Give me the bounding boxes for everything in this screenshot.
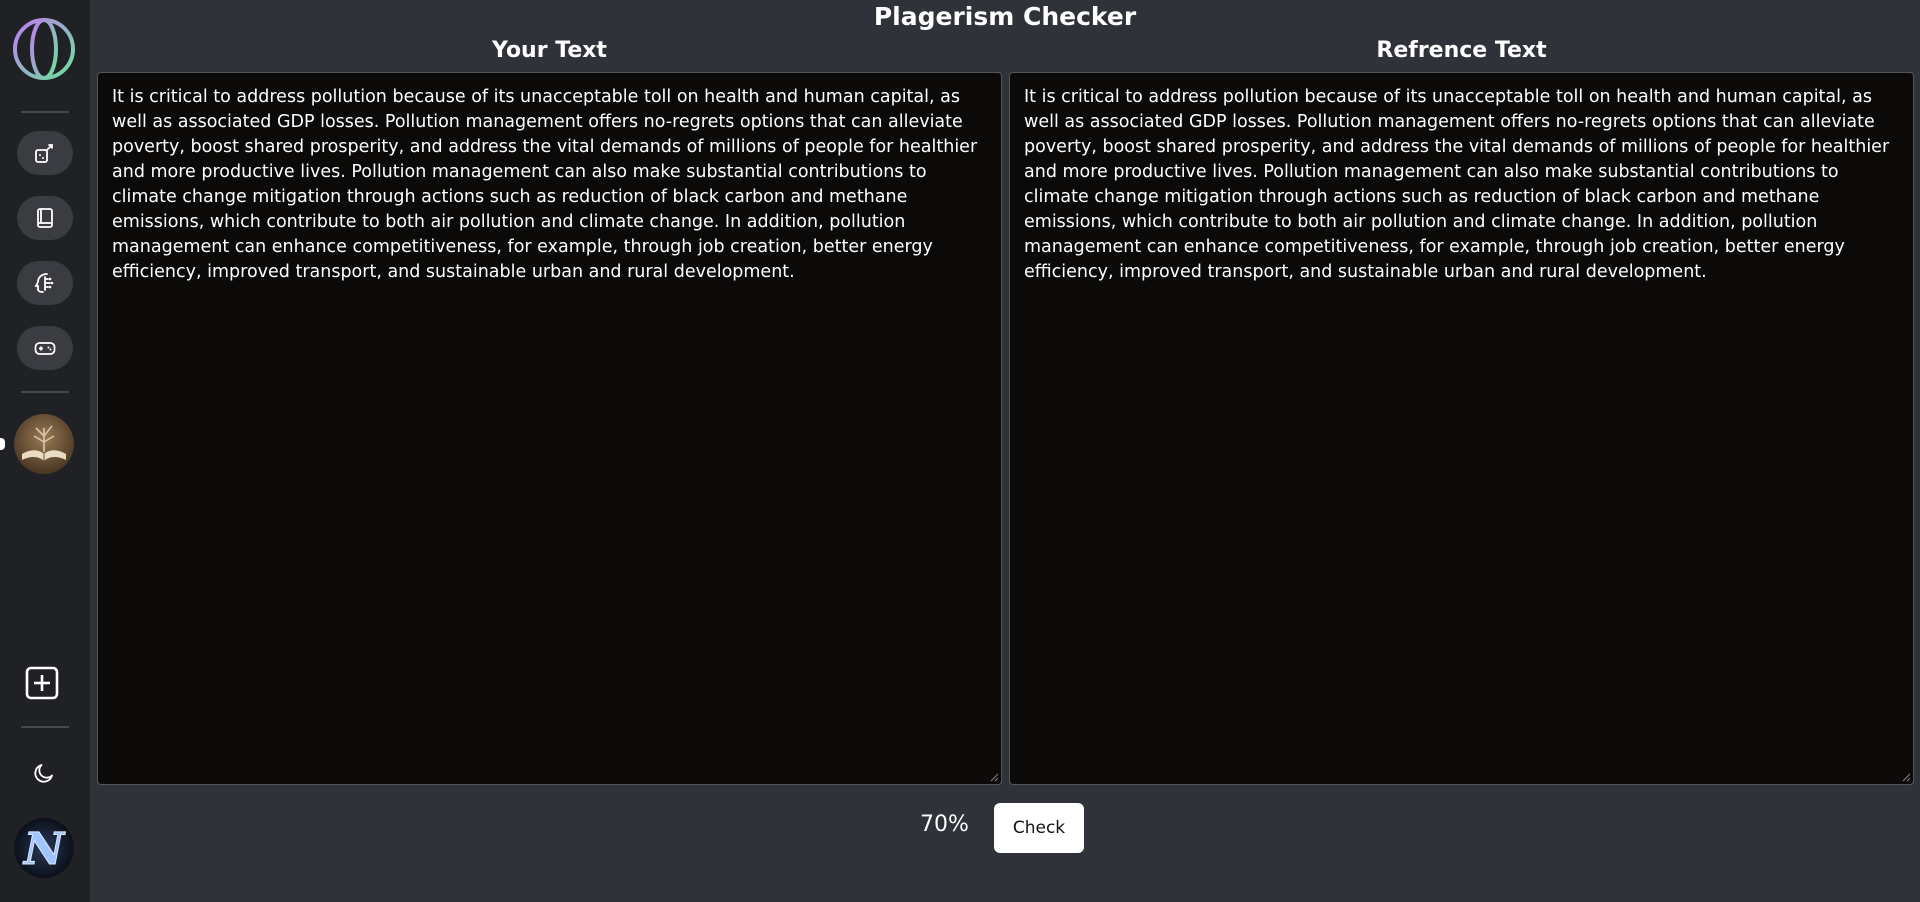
- active-indicator: [0, 438, 5, 450]
- check-button[interactable]: Check: [994, 803, 1084, 853]
- globe-logo-icon[interactable]: [12, 17, 76, 81]
- sidebar-item-brain[interactable]: [17, 261, 73, 305]
- sidebar-divider: [21, 726, 69, 728]
- sidebar-item-book[interactable]: [17, 196, 73, 240]
- user-initial: N: [22, 824, 66, 875]
- user-avatar[interactable]: N: [14, 818, 74, 878]
- theme-toggle-button[interactable]: [30, 759, 58, 787]
- brain-icon: [34, 273, 54, 293]
- moon-icon: [34, 764, 53, 783]
- server-avatar-book[interactable]: [14, 414, 74, 474]
- sidebar-item-games[interactable]: [17, 326, 73, 370]
- reference-text-area[interactable]: It is critical to address pollution beca…: [1009, 72, 1914, 785]
- your-text-area[interactable]: It is critical to address pollution beca…: [97, 72, 1002, 785]
- sidebar-divider: [21, 391, 69, 393]
- plus-square-icon: [25, 666, 59, 700]
- sidebar-divider: [21, 111, 69, 113]
- reference-text-content: It is critical to address pollution beca…: [1024, 87, 1890, 282]
- your-text-title: Your Text: [492, 38, 607, 63]
- open-book-image-icon: [14, 414, 74, 474]
- tools-icon: [35, 144, 53, 163]
- reference-text-title: Refrence Text: [1376, 38, 1547, 63]
- resize-grip-icon[interactable]: [989, 772, 999, 782]
- similarity-percent: 70%: [920, 812, 969, 837]
- sidebar: N: [0, 0, 90, 902]
- user-avatar-icon: N: [14, 818, 74, 878]
- page-title: Plagerism Checker: [873, 2, 1137, 31]
- book-icon: [37, 208, 53, 228]
- sidebar-item-tools[interactable]: [17, 131, 73, 175]
- gamepad-icon: [34, 342, 56, 355]
- add-server-button[interactable]: [22, 663, 62, 703]
- resize-grip-icon[interactable]: [1901, 772, 1911, 782]
- your-text-content: It is critical to address pollution beca…: [112, 87, 978, 282]
